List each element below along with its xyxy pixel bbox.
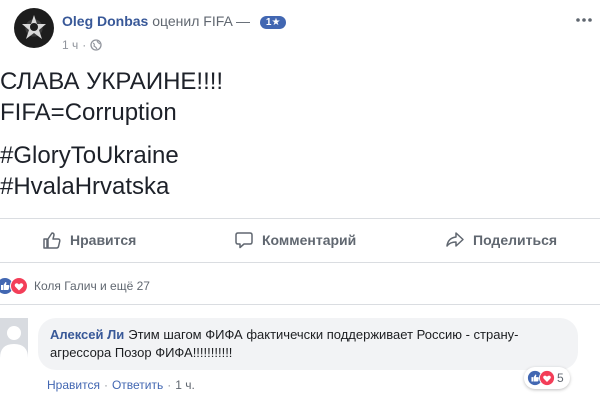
love-reaction-icon bbox=[10, 277, 28, 295]
post-actions: Нравится Комментарий Поделиться bbox=[0, 224, 600, 256]
comment-button[interactable]: Комментарий bbox=[234, 224, 356, 256]
reactions-summary-text[interactable]: Коля Галич и ещё 27 bbox=[34, 279, 150, 293]
comment-reaction-icons bbox=[527, 370, 557, 386]
liked-page-link[interactable]: FIFA bbox=[203, 13, 232, 29]
divider bbox=[0, 218, 600, 219]
post-header: Oleg Donbas оценил FIFA — 1★ 1 ч · bbox=[0, 0, 600, 62]
thumbs-up-icon bbox=[43, 232, 61, 249]
post-meta: 1 ч · bbox=[62, 38, 102, 54]
comment-like-link[interactable]: Нравится bbox=[47, 378, 100, 392]
post-text-line: СЛАВА УКРАИНЕ!!!! bbox=[0, 68, 224, 95]
comment-reply-link[interactable]: Ответить bbox=[112, 378, 163, 392]
author-avatar[interactable] bbox=[14, 8, 54, 48]
author-name[interactable]: Oleg Donbas bbox=[62, 13, 148, 29]
comment-actions: Нравится · Ответить · 1 ч. bbox=[47, 378, 195, 392]
share-arrow-icon bbox=[446, 232, 464, 247]
default-avatar-icon bbox=[0, 326, 28, 358]
post-body: СЛАВА УКРАИНЕ!!!! FIFA=Corruption #Glory… bbox=[0, 66, 600, 202]
hashtag-link[interactable]: #HvalaHrvatska bbox=[0, 171, 600, 202]
like-button[interactable]: Нравится bbox=[42, 224, 136, 256]
comment-reaction-count: 5 bbox=[557, 371, 564, 385]
divider bbox=[0, 262, 600, 263]
comment-reactions[interactable]: 5 bbox=[524, 367, 570, 389]
commenter-avatar[interactable] bbox=[0, 318, 28, 358]
comment-author[interactable]: Алексей Ли bbox=[50, 327, 124, 342]
love-reaction-icon bbox=[539, 370, 555, 386]
like-label: Нравится bbox=[70, 232, 137, 248]
comment-bubble-icon bbox=[235, 232, 253, 249]
share-label: Поделиться bbox=[473, 232, 558, 248]
comment-label: Комментарий bbox=[262, 232, 357, 248]
header-dash: — bbox=[235, 13, 250, 29]
comment-sep: · bbox=[167, 378, 172, 392]
comment-sep: · bbox=[103, 378, 108, 392]
post-time[interactable]: 1 ч bbox=[62, 38, 78, 52]
comment-time[interactable]: 1 ч. bbox=[175, 378, 195, 392]
reactions-summary[interactable]: Коля Галич и ещё 27 bbox=[0, 276, 150, 296]
logo-avatar-icon bbox=[22, 15, 46, 39]
header-line: Oleg Donbas оценил FIFA — 1★ bbox=[62, 13, 287, 29]
globe-icon bbox=[90, 39, 102, 54]
action-text: оценил bbox=[152, 13, 200, 29]
comment-bubble: Алексей Ли Этим шагом ФИФА фактичечски по… bbox=[38, 318, 578, 370]
more-menu-icon[interactable] bbox=[574, 10, 594, 30]
count-badge[interactable]: 1★ bbox=[259, 16, 287, 29]
share-button[interactable]: Поделиться bbox=[445, 224, 557, 256]
divider bbox=[0, 304, 600, 305]
star-icon: ★ bbox=[271, 17, 281, 28]
reaction-icons bbox=[0, 277, 30, 295]
hashtag-link[interactable]: #GloryToUkraine bbox=[0, 140, 600, 171]
meta-dot: · bbox=[82, 38, 87, 52]
post-text-line: FIFA=Corruption bbox=[0, 99, 177, 126]
